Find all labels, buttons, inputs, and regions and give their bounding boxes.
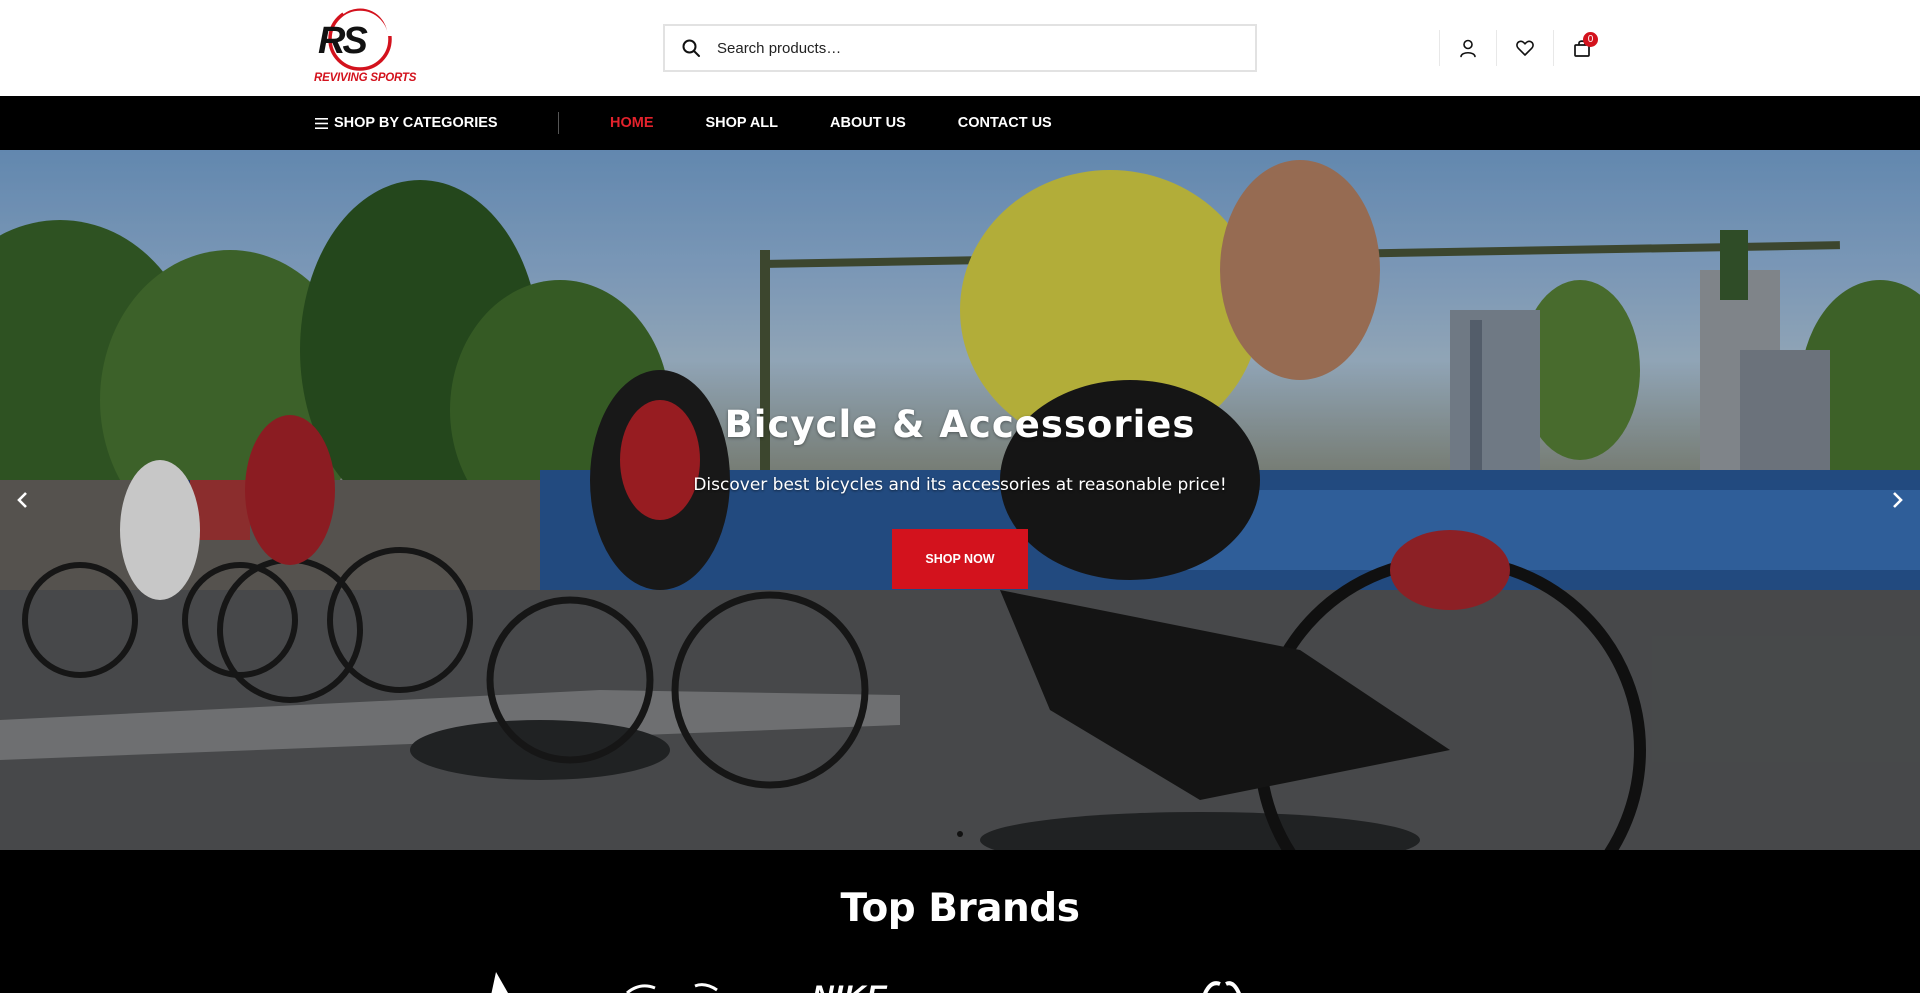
brand-logo-nike[interactable]: NIKE — [812, 980, 888, 993]
logo-wordmark: REVIVING SPORTS — [314, 72, 417, 84]
top-brands-section: Top Brands NIKE — [0, 850, 1920, 993]
account-button[interactable] — [1439, 30, 1496, 66]
search-bar[interactable] — [663, 24, 1257, 72]
wishlist-button[interactable] — [1496, 30, 1553, 66]
brand-logo-puma[interactable] — [625, 978, 725, 993]
slider-dots — [0, 831, 1920, 837]
main-navigation: SHOP BY CATEGORIES HOME SHOP ALL ABOUT U… — [0, 96, 1920, 150]
nav-links: HOME SHOP ALL ABOUT US CONTACT US — [610, 96, 1104, 150]
cart-button[interactable]: 0 — [1553, 30, 1610, 66]
cart-count-badge: 0 — [1583, 32, 1598, 47]
search-icon[interactable] — [681, 38, 701, 58]
search-input[interactable] — [717, 39, 1217, 57]
nav-link-contact-us[interactable]: CONTACT US — [958, 115, 1052, 131]
nav-link-about-us[interactable]: ABOUT US — [830, 115, 906, 131]
site-header: RS REVIVING SPORTS 0 — [0, 0, 1920, 96]
categories-label: SHOP BY CATEGORIES — [334, 115, 498, 131]
slider-next-button[interactable] — [1882, 485, 1912, 515]
slider-prev-button[interactable] — [8, 485, 38, 515]
nav-link-shop-all[interactable]: SHOP ALL — [706, 115, 779, 131]
nav-divider — [558, 112, 559, 134]
header-actions: 0 — [1439, 30, 1610, 66]
hero-subtitle: Discover best bicycles and its accessori… — [693, 475, 1227, 495]
slider-dot[interactable] — [957, 831, 963, 837]
top-brands-title: Top Brands — [840, 886, 1080, 931]
brand-logo-adidas[interactable] — [480, 970, 540, 993]
menu-icon — [315, 117, 328, 129]
shop-by-categories-button[interactable]: SHOP BY CATEGORIES — [315, 96, 498, 150]
hero-slider: Bicycle & Accessories Discover best bicy… — [0, 150, 1920, 850]
brand-logo-under-armour[interactable] — [1196, 978, 1266, 993]
user-icon — [1460, 39, 1476, 58]
shop-now-button[interactable]: SHOP NOW — [892, 529, 1028, 589]
hero-title: Bicycle & Accessories — [724, 403, 1196, 446]
chevron-left-icon — [17, 492, 27, 508]
chevron-right-icon — [1893, 492, 1903, 508]
nav-link-home[interactable]: HOME — [610, 115, 654, 131]
site-logo[interactable]: RS REVIVING SPORTS — [314, 3, 417, 88]
logo-mark-icon: RS — [318, 3, 393, 71]
hero-overlay — [0, 150, 1920, 850]
svg-text:RS: RS — [318, 20, 367, 62]
heart-icon — [1516, 40, 1534, 56]
